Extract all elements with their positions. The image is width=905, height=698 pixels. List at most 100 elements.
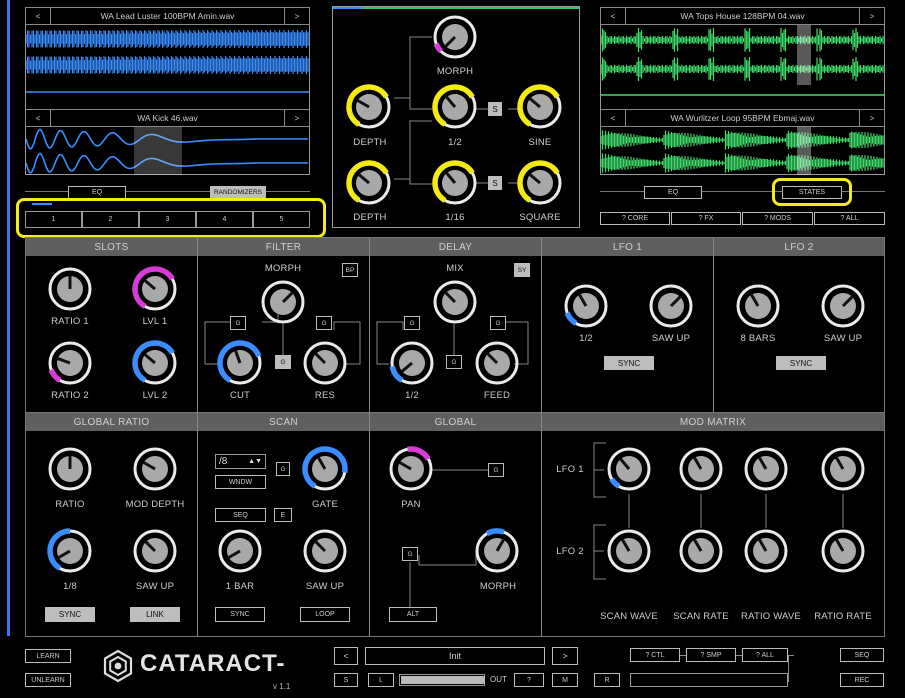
mm-lfo1-ratio-wave-knob[interactable]: [743, 446, 789, 492]
left-bottom-waveform[interactable]: [26, 127, 309, 175]
half-knob[interactable]: [432, 84, 478, 130]
ratio2-knob[interactable]: [47, 340, 93, 386]
depth-2-knob[interactable]: [346, 160, 392, 206]
bandpass-button[interactable]: BP: [342, 263, 358, 277]
mod-depth-knob[interactable]: [132, 446, 178, 492]
sample-name[interactable]: WA Kick 46.wav: [50, 110, 285, 126]
lfo2-shape-knob[interactable]: [820, 283, 866, 329]
sample-name[interactable]: WA Wurlitzer Loop 95BPM Ebmaj.wav: [625, 110, 860, 126]
save-preset-button[interactable]: S: [334, 673, 358, 687]
next-sample-button[interactable]: >: [285, 12, 309, 21]
random-button[interactable]: R: [594, 673, 620, 687]
next-preset-button[interactable]: >: [552, 647, 578, 665]
ratio-rate-knob[interactable]: [47, 528, 93, 574]
scan-sync-button[interactable]: SYNC: [215, 607, 265, 622]
ratio-sync-button[interactable]: SYNC: [45, 607, 95, 622]
scan-gate-mod-button[interactable]: G: [276, 462, 290, 476]
mm-lfo1-scan-rate-knob[interactable]: [678, 446, 724, 492]
all-help-footer-button[interactable]: ? ALL: [742, 648, 788, 662]
unlearn-button[interactable]: UNLEARN: [25, 673, 71, 687]
lfo1-sync-button[interactable]: SYNC: [604, 356, 654, 370]
lfo1-rate-knob[interactable]: [563, 283, 609, 329]
load-preset-button[interactable]: L: [368, 673, 394, 687]
gate-knob[interactable]: [302, 446, 348, 492]
ctl-help-button[interactable]: ? CTL: [630, 648, 680, 662]
lfo2-shape-label: SAW UP: [823, 333, 863, 344]
sample-name[interactable]: WA Tops House 128BPM 04.wav: [625, 8, 860, 24]
delay-time-mod-button[interactable]: G: [404, 316, 420, 330]
right-eq-button[interactable]: EQ: [644, 186, 702, 199]
all-help-button[interactable]: ? ALL: [814, 212, 885, 225]
scan-e-button[interactable]: E: [274, 508, 292, 522]
delay-feed-mod-button[interactable]: G: [490, 316, 506, 330]
mono-button[interactable]: M: [552, 673, 578, 687]
preset-name[interactable]: Init: [365, 647, 545, 665]
prev-preset-button[interactable]: <: [334, 647, 358, 665]
core-help-button[interactable]: ? CORE: [600, 212, 670, 225]
fx-help-button[interactable]: ? FX: [671, 212, 741, 225]
cut-knob[interactable]: [217, 340, 263, 386]
right-top-waveform[interactable]: [601, 25, 884, 85]
mm-lfo1-ratio-rate-knob[interactable]: [820, 446, 866, 492]
delay-mix-knob[interactable]: [432, 279, 478, 325]
mm-lfo2-scan-wave-knob[interactable]: [606, 528, 652, 574]
help-button[interactable]: ?: [514, 673, 544, 687]
delay-time-knob[interactable]: [389, 340, 435, 386]
ratio-knob[interactable]: [47, 446, 93, 492]
mm-lfo2-scan-rate-knob[interactable]: [678, 528, 724, 574]
right-bottom-waveform[interactable]: [601, 127, 884, 175]
next-sample-button[interactable]: >: [285, 114, 309, 123]
global-morph-knob[interactable]: [474, 528, 520, 574]
lfo2-rate-knob[interactable]: [735, 283, 781, 329]
mods-help-button[interactable]: ? MODS: [742, 212, 813, 225]
smp-help-button[interactable]: ? SMP: [686, 648, 736, 662]
alt-button[interactable]: ALT: [389, 607, 437, 622]
sine-knob[interactable]: [517, 84, 563, 130]
learn-button[interactable]: LEARN: [25, 649, 71, 663]
next-sample-button[interactable]: >: [860, 114, 884, 123]
ratio-shape-knob[interactable]: [132, 528, 178, 574]
lvl1-knob[interactable]: [132, 266, 178, 312]
scan-division-select[interactable]: /8 ▲▼: [215, 454, 266, 469]
filter-cut-mod-button[interactable]: G: [230, 316, 246, 330]
square-s-button[interactable]: S: [488, 176, 502, 190]
seq-button[interactable]: SEQ: [840, 648, 884, 662]
morph-mod-button[interactable]: G: [402, 547, 418, 561]
sine-s-button[interactable]: S: [488, 102, 502, 116]
pan-knob[interactable]: [388, 446, 434, 492]
output-meter[interactable]: [399, 674, 485, 686]
mm-lfo2-ratio-wave-knob[interactable]: [743, 528, 789, 574]
sequence-button[interactable]: SEQ: [215, 508, 266, 522]
filter-morph-mod-button[interactable]: G: [275, 355, 291, 369]
prev-sample-button[interactable]: <: [601, 114, 625, 123]
scan-rate-knob[interactable]: [217, 528, 263, 574]
mm-lfo1-scan-wave-knob[interactable]: [606, 446, 652, 492]
window-button[interactable]: WNDW: [215, 475, 266, 489]
mm-lfo2-ratio-rate-knob[interactable]: [820, 528, 866, 574]
next-sample-button[interactable]: >: [860, 12, 884, 21]
scan-shape-knob[interactable]: [302, 528, 348, 574]
prev-sample-button[interactable]: <: [601, 12, 625, 21]
morph-knob[interactable]: [432, 14, 478, 60]
delay-mix-mod-button[interactable]: G: [446, 355, 462, 369]
prev-sample-button[interactable]: <: [26, 12, 50, 21]
prev-sample-button[interactable]: <: [26, 114, 50, 123]
lvl2-knob[interactable]: [132, 340, 178, 386]
left-top-waveform[interactable]: [26, 25, 309, 80]
filter-res-mod-button[interactable]: G: [316, 316, 332, 330]
sample-name[interactable]: WA Lead Luster 100BPM Amin.wav: [50, 8, 285, 24]
square-knob[interactable]: [517, 160, 563, 206]
sixteenth-knob[interactable]: [432, 160, 478, 206]
feed-knob[interactable]: [474, 340, 520, 386]
rec-button[interactable]: REC: [840, 673, 884, 687]
depth-1-knob[interactable]: [346, 84, 392, 130]
lfo2-sync-button[interactable]: SYNC: [776, 356, 826, 370]
res-knob[interactable]: [302, 340, 348, 386]
lfo1-shape-knob[interactable]: [648, 283, 694, 329]
pan-mod-button[interactable]: G: [488, 463, 504, 477]
ratio-link-button[interactable]: LINK: [130, 607, 180, 622]
filter-morph-knob[interactable]: [260, 279, 306, 325]
scan-loop-button[interactable]: LOOP: [300, 607, 350, 622]
ratio1-knob[interactable]: [47, 266, 93, 312]
sync-delay-button[interactable]: SY: [514, 263, 530, 277]
